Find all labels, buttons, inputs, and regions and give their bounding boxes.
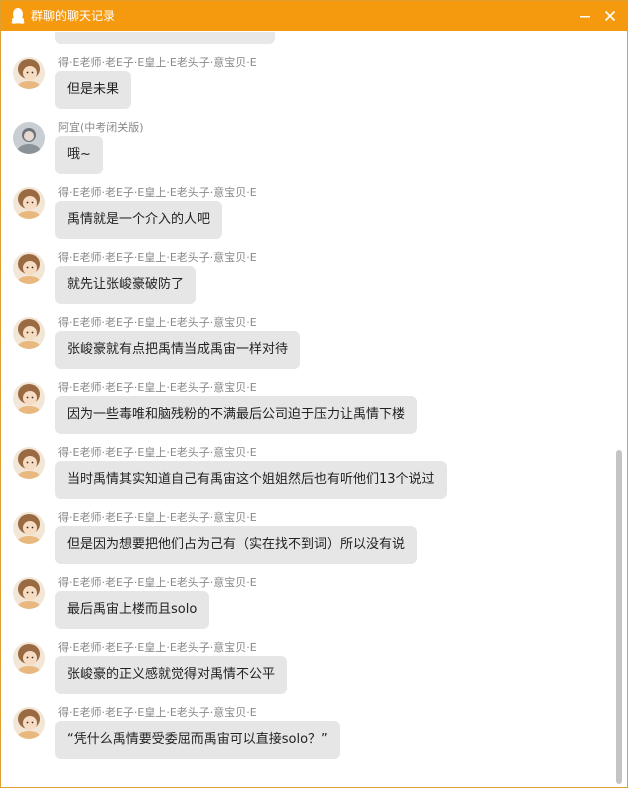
sender-name: 得·E老师·老E子·E皇上·E老头子·意宝贝·E bbox=[58, 56, 257, 69]
avatar-girl-icon[interactable] bbox=[13, 642, 45, 674]
message-bubble[interactable]: 禹情就是一个介入的人吧 bbox=[55, 201, 223, 239]
chat-message: 得·E老师·老E子·E皇上·E老头子·意宝贝·E 因为一些毒唯和脑残粉的不满最后公… bbox=[1, 381, 601, 441]
sender-name: 得·E老师·老E子·E皇上·E老头子·意宝贝·E bbox=[58, 576, 257, 589]
minimize-button[interactable] bbox=[576, 7, 594, 25]
chat-message: 得·E老师·老E子·E皇上·E老头子·意宝贝·E 当时禹情其实知道自己有禹宙这个姐… bbox=[1, 446, 601, 506]
chat-message-list[interactable]: 得·E老师·老E子·E皇上·E老头子·意宝贝·E 但是未果阿宜(中考闭关版) 哦~ 得… bbox=[1, 32, 627, 787]
penguin-icon bbox=[11, 8, 25, 24]
avatar-girl-icon[interactable] bbox=[13, 317, 45, 349]
chat-message: 得·E老师·老E子·E皇上·E老头子·意宝贝·E 最后禹宙上楼而且solo bbox=[1, 576, 601, 636]
chat-history-window: 群聊的聊天记录 得·E老师·老E子·E皇上·E老头子·意宝贝·E 但是未果阿宜(中… bbox=[0, 0, 628, 788]
avatar-girl-icon[interactable] bbox=[13, 252, 45, 284]
message-bubble[interactable]: 当时禹情其实知道自己有禹宙这个姐姐然后也有听他们13个说过 bbox=[55, 461, 447, 499]
message-bubble[interactable]: 张峻豪就有点把禹情当成禹宙一样对待 bbox=[55, 331, 301, 369]
message-bubble[interactable]: 但是未果 bbox=[55, 71, 132, 109]
message-bubble[interactable]: 哦~ bbox=[55, 136, 103, 174]
avatar-girl-icon[interactable] bbox=[13, 382, 45, 414]
sender-name: 阿宜(中考闭关版) bbox=[58, 121, 144, 134]
message-bubble[interactable]: 但是因为想要把他们占为己有（实在找不到词）所以没有说 bbox=[55, 526, 418, 564]
chat-message: 得·E老师·老E子·E皇上·E老头子·意宝贝·E 禹情就是一个介入的人吧 bbox=[1, 186, 601, 246]
avatar-gray-icon[interactable] bbox=[13, 122, 45, 154]
sender-name: 得·E老师·老E子·E皇上·E老头子·意宝贝·E bbox=[58, 446, 257, 459]
chat-message: 得·E老师·老E子·E皇上·E老头子·意宝贝·E 就先让张峻豪破防了 bbox=[1, 251, 601, 311]
scrollbar-thumb[interactable] bbox=[616, 450, 622, 784]
message-bubble[interactable]: 最后禹宙上楼而且solo bbox=[55, 591, 210, 629]
sender-name: 得·E老师·老E子·E皇上·E老头子·意宝贝·E bbox=[58, 706, 257, 719]
avatar-girl-icon[interactable] bbox=[13, 707, 45, 739]
sender-name: 得·E老师·老E子·E皇上·E老头子·意宝贝·E bbox=[58, 186, 257, 199]
sender-name: 得·E老师·老E子·E皇上·E老头子·意宝贝·E bbox=[58, 641, 257, 654]
message-bubble[interactable]: 就先让张峻豪破防了 bbox=[55, 266, 197, 304]
sender-name: 得·E老师·老E子·E皇上·E老头子·意宝贝·E bbox=[58, 381, 257, 394]
close-button[interactable] bbox=[601, 7, 619, 25]
message-bubble-partial bbox=[55, 32, 275, 44]
sender-name: 得·E老师·老E子·E皇上·E老头子·意宝贝·E bbox=[58, 251, 257, 264]
avatar-girl-icon[interactable] bbox=[13, 447, 45, 479]
sender-name: 得·E老师·老E子·E皇上·E老头子·意宝贝·E bbox=[58, 316, 257, 329]
avatar-girl-icon[interactable] bbox=[13, 187, 45, 219]
chat-message: 得·E老师·老E子·E皇上·E老头子·意宝贝·E “凭什么禹情要受委屈而禹宙可以直… bbox=[1, 706, 601, 766]
avatar-girl-icon[interactable] bbox=[13, 57, 45, 89]
message-bubble[interactable]: “凭什么禹情要受委屈而禹宙可以直接solo？” bbox=[55, 721, 340, 759]
avatar-girl-icon[interactable] bbox=[13, 577, 45, 609]
sender-name: 得·E老师·老E子·E皇上·E老头子·意宝贝·E bbox=[58, 511, 257, 524]
chat-message: 得·E老师·老E子·E皇上·E老头子·意宝贝·E 但是未果 bbox=[1, 56, 601, 116]
vertical-scrollbar[interactable] bbox=[613, 32, 627, 787]
window-title: 群聊的聊天记录 bbox=[31, 9, 116, 23]
title-bar[interactable]: 群聊的聊天记录 bbox=[1, 1, 627, 31]
avatar-girl-icon[interactable] bbox=[13, 512, 45, 544]
chat-message: 阿宜(中考闭关版) 哦~ bbox=[1, 121, 601, 181]
message-bubble[interactable]: 张峻豪的正义感就觉得对禹情不公平 bbox=[55, 656, 288, 694]
message-bubble[interactable]: 因为一些毒唯和脑残粉的不满最后公司迫于压力让禹情下楼 bbox=[55, 396, 418, 434]
chat-message: 得·E老师·老E子·E皇上·E老头子·意宝贝·E 但是因为想要把他们占为己有（实在… bbox=[1, 511, 601, 571]
chat-message: 得·E老师·老E子·E皇上·E老头子·意宝贝·E 张峻豪的正义感就觉得对禹情不公平 bbox=[1, 641, 601, 701]
chat-message: 得·E老师·老E子·E皇上·E老头子·意宝贝·E 张峻豪就有点把禹情当成禹宙一样对… bbox=[1, 316, 601, 376]
